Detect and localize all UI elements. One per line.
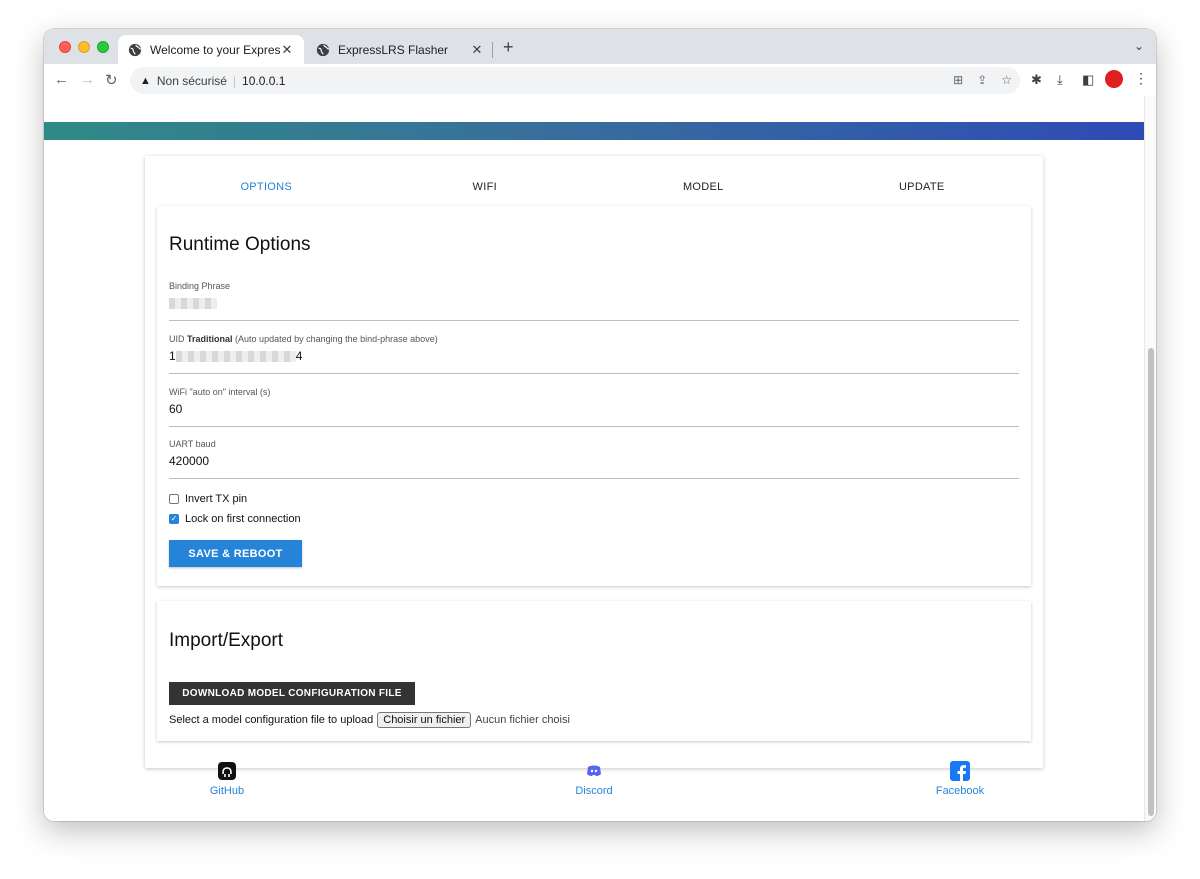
close-tab-icon[interactable]: ✕ [470, 42, 484, 58]
github-link[interactable]: GitHub [187, 761, 267, 797]
address-bar[interactable]: ▲ Non sécurisé | 10.0.0.1 ⊞ ⇪ ☆ [130, 67, 1020, 94]
tab-title: Welcome to your ExpressLRS S [150, 42, 280, 57]
share-icon[interactable]: ⇪ [977, 73, 987, 87]
invert-tx-row[interactable]: Invert TX pin [169, 493, 247, 505]
new-tab-icon[interactable]: + [503, 37, 514, 58]
page-scrollbar[interactable] [1144, 96, 1156, 821]
tab-title: ExpressLRS Flasher [338, 42, 449, 57]
menu-kebab-icon[interactable]: ⋮ [1134, 70, 1148, 87]
security-label[interactable]: Non sécurisé [157, 74, 227, 88]
uart-baud-value[interactable]: 420000 [169, 454, 209, 468]
binding-phrase-field[interactable]: Binding Phrase [169, 281, 1019, 321]
browser-toolbar: ← → ↻ ▲ Non sécurisé | 10.0.0.1 ⊞ ⇪ ☆ ✱ … [44, 64, 1156, 96]
tab-wifi[interactable]: WIFI [376, 166, 595, 208]
warning-triangle-icon[interactable]: ▲ [140, 75, 151, 87]
browser-tab-welcome[interactable]: Welcome to your ExpressLRS S ✕ [118, 35, 304, 64]
wifi-interval-field[interactable]: WiFi "auto on" interval (s) 60 [169, 387, 1019, 427]
profile-avatar[interactable] [1105, 70, 1123, 88]
lock-first-connection-label: Lock on first connection [185, 513, 301, 525]
tab-update[interactable]: UPDATE [813, 166, 1032, 208]
reload-icon[interactable]: ↻ [105, 71, 118, 89]
discord-link[interactable]: Discord [554, 761, 634, 797]
github-label: GitHub [209, 785, 245, 797]
invert-tx-label: Invert TX pin [185, 493, 248, 505]
binding-phrase-value[interactable] [169, 296, 217, 310]
page-tab-bar: OPTIONS WIFI MODEL UPDATE [157, 166, 1031, 208]
uid-field[interactable]: UID Traditional (Auto updated by changin… [169, 334, 1019, 374]
choose-file-button[interactable]: Choisir un fichier [377, 712, 472, 728]
url-text[interactable]: 10.0.0.1 [242, 74, 285, 88]
lock-first-connection-row[interactable]: ✓ Lock on first connection [169, 513, 301, 525]
github-icon [218, 762, 236, 780]
import-export-panel: Import/Export DOWNLOAD MODEL CONFIGURATI… [157, 601, 1031, 741]
globe-icon [316, 43, 330, 56]
redacted-text [169, 298, 217, 310]
wifi-interval-label: WiFi "auto on" interval (s) [169, 387, 271, 397]
back-arrow-icon[interactable]: ← [54, 71, 69, 88]
save-reboot-button[interactable]: SAVE & REBOOT [169, 540, 302, 567]
discord-icon [587, 765, 601, 776]
scrollbar-thumb[interactable] [1148, 348, 1154, 816]
minimize-window-button[interactable] [78, 41, 90, 53]
tab-separator [492, 42, 493, 58]
translate-icon[interactable]: ⊞ [953, 73, 963, 87]
tab-search-chevron-icon[interactable]: ⌄ [1134, 39, 1144, 53]
download-model-config-button[interactable]: DOWNLOAD MODEL CONFIGURATION FILE [169, 682, 415, 705]
browser-window: Welcome to your ExpressLRS S ✕ ExpressLR… [44, 29, 1156, 821]
no-file-chosen-text: Aucun fichier choisi [475, 714, 570, 726]
close-window-button[interactable] [59, 41, 71, 53]
globe-icon [128, 43, 142, 56]
address-divider: | [232, 73, 237, 88]
bookmark-star-icon[interactable]: ☆ [1001, 73, 1012, 87]
tab-options[interactable]: OPTIONS [157, 166, 376, 208]
discord-label: Discord [575, 785, 613, 797]
tab-strip: Welcome to your ExpressLRS S ✕ ExpressLR… [44, 29, 1156, 64]
lock-first-connection-checkbox[interactable]: ✓ [169, 514, 179, 524]
header-gradient-bar [44, 122, 1144, 140]
settings-card: OPTIONS WIFI MODEL UPDATE Runtime Option… [145, 156, 1043, 768]
upload-row: Select a model configuration file to upl… [169, 712, 570, 728]
import-export-title: Import/Export [169, 630, 284, 651]
uart-baud-field[interactable]: UART baud 420000 [169, 439, 1019, 479]
maximize-window-button[interactable] [97, 41, 109, 53]
tab-model[interactable]: MODEL [594, 166, 813, 208]
uid-value[interactable]: 14 [169, 349, 302, 363]
extensions-puzzle-icon[interactable]: ✱ [1031, 72, 1042, 88]
omnibox-actions: ⊞ ⇪ ☆ [953, 73, 1012, 87]
uart-baud-label: UART baud [169, 439, 216, 449]
runtime-options-panel: Runtime Options Binding Phrase UID Tradi… [157, 206, 1031, 586]
browser-tab-flasher[interactable]: ExpressLRS Flasher ✕ [306, 35, 494, 64]
forward-arrow-icon[interactable]: → [80, 71, 95, 88]
facebook-icon [950, 761, 970, 781]
wifi-interval-value[interactable]: 60 [169, 402, 182, 416]
page-viewport: OPTIONS WIFI MODEL UPDATE Runtime Option… [44, 96, 1144, 821]
close-tab-icon[interactable]: ✕ [280, 42, 294, 58]
runtime-options-title: Runtime Options [169, 234, 311, 255]
binding-phrase-label: Binding Phrase [169, 281, 231, 291]
invert-tx-checkbox[interactable] [169, 494, 179, 504]
uid-label: UID Traditional (Auto updated by changin… [169, 334, 438, 344]
facebook-link[interactable]: Facebook [920, 761, 1000, 797]
facebook-label: Facebook [935, 785, 985, 797]
redacted-text [175, 351, 296, 363]
download-icon[interactable]: ⤓ [1057, 72, 1063, 88]
upload-prompt: Select a model configuration file to upl… [169, 714, 374, 726]
side-panel-icon[interactable]: ◧ [1082, 72, 1094, 88]
